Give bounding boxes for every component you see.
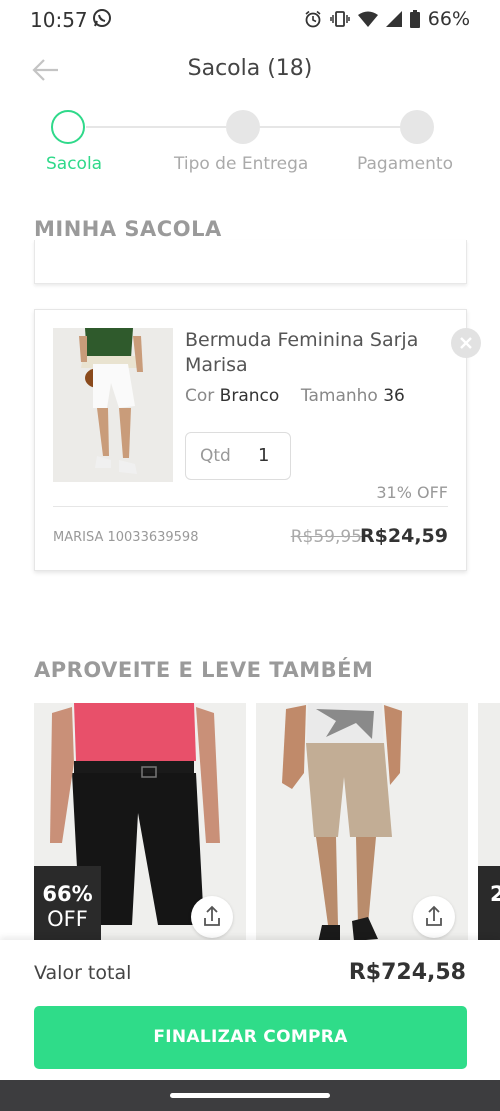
status-bar: 10:57 66%	[0, 0, 500, 40]
wifi-icon	[357, 11, 378, 27]
step-pagamento-label[interactable]: Pagamento	[357, 154, 453, 174]
step-connector	[259, 126, 401, 128]
current-price: R$24,59	[360, 525, 448, 547]
old-price: R$59,95	[290, 527, 362, 547]
whatsapp-icon	[92, 8, 112, 28]
quantity-label: Qtd	[200, 446, 231, 466]
cart-section-title: MINHA SACOLA	[34, 217, 222, 241]
color-value: Branco	[219, 386, 280, 406]
signal-icon	[385, 11, 402, 27]
quantity-value: 1	[258, 445, 270, 466]
step-connector	[86, 126, 226, 128]
share-icon	[426, 905, 442, 926]
step-entrega-label[interactable]: Tipo de Entrega	[174, 154, 308, 174]
battery-icon	[409, 10, 420, 28]
discount-label: 31% OFF	[376, 483, 448, 502]
recommendation-card[interactable]: 66% OFF	[34, 703, 246, 943]
quantity-input[interactable]: Qtd 1	[185, 432, 291, 480]
vibrate-icon	[330, 10, 350, 28]
app-header: Sacola (18)	[0, 48, 500, 92]
discount-badge: 2	[478, 866, 500, 941]
status-time: 10:57	[30, 8, 88, 32]
step-sacola-label[interactable]: Sacola	[46, 154, 102, 174]
step-sacola-circle[interactable]	[51, 110, 85, 144]
product-sku: MARISA 10033639598	[53, 530, 199, 545]
home-gesture-handle[interactable]	[170, 1093, 330, 1098]
size-value: 36	[383, 386, 405, 406]
color-label: Cor	[185, 386, 215, 406]
alarm-icon	[304, 10, 322, 28]
remove-item-button[interactable]	[451, 328, 481, 358]
recommendation-card[interactable]	[256, 703, 468, 943]
total-label: Valor total	[34, 962, 132, 984]
recommendation-card[interactable]: 2	[478, 703, 500, 943]
step-entrega-circle[interactable]	[226, 110, 260, 144]
total-value: R$724,58	[348, 960, 466, 985]
product-attributes: Cor Branco Tamanho 36	[185, 386, 405, 406]
discount-badge-off: OFF	[47, 907, 88, 931]
share-button[interactable]	[413, 896, 455, 938]
share-button[interactable]	[191, 896, 233, 938]
close-icon	[460, 337, 472, 349]
product-name[interactable]: Bermuda Feminina Sarja Marisa	[185, 328, 435, 378]
system-navigation-bar	[0, 1080, 500, 1111]
product-image[interactable]	[53, 328, 173, 482]
cart-item-card: Bermuda Feminina Sarja Marisa Cor Branco…	[34, 309, 467, 571]
discount-badge-percent: 2	[490, 882, 500, 906]
discount-badge-percent: 66%	[42, 882, 93, 906]
checkout-stepper: Sacola Tipo de Entrega Pagamento	[0, 108, 500, 178]
checkout-button[interactable]: FINALIZAR COMPRA	[34, 1006, 467, 1069]
step-pagamento-circle[interactable]	[400, 110, 434, 144]
discount-badge: 66% OFF	[34, 866, 101, 941]
card-divider	[53, 506, 448, 507]
page-title: Sacola (18)	[187, 56, 313, 81]
size-label: Tamanho	[300, 386, 378, 406]
share-icon	[204, 905, 220, 926]
previous-cart-item-card	[34, 240, 467, 284]
checkout-footer: Valor total R$724,58 FINALIZAR COMPRA	[0, 940, 500, 1080]
recommendations-section-title: APROVEITE E LEVE TAMBÉM	[34, 658, 374, 682]
battery-percent: 66%	[427, 8, 470, 30]
